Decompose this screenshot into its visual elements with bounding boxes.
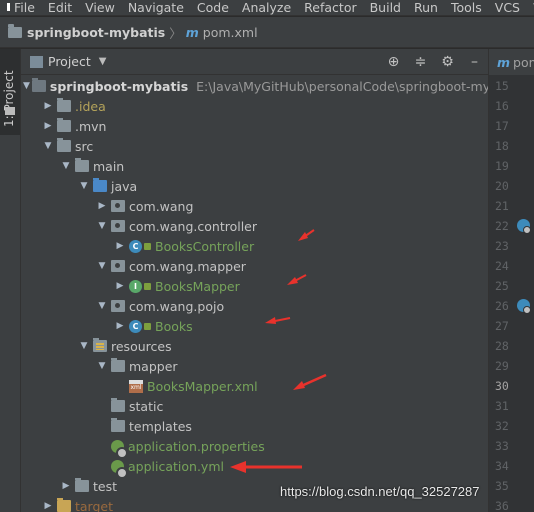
- watermark: https://blog.csdn.net/qq_32527287: [280, 484, 480, 499]
- red-arrow-books: [265, 317, 291, 324]
- red-arrow-books-mapper-xml: [293, 373, 327, 390]
- red-arrow-books-controller: [298, 229, 315, 241]
- red-arrow-application-yml: [230, 461, 302, 473]
- red-arrow-books-mapper: [287, 274, 307, 285]
- annotation-arrows: [230, 229, 327, 473]
